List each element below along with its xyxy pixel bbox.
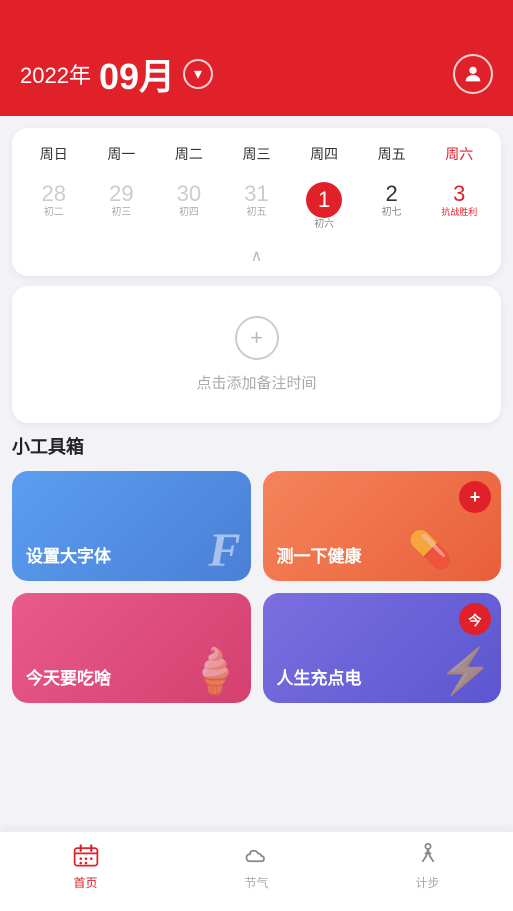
day-lunar: 初五: [246, 208, 266, 218]
day-number: 2: [386, 182, 398, 206]
home-calendar-icon: [72, 842, 100, 870]
day-header-sun: 周日: [20, 140, 88, 168]
chevron-down-icon: ▾: [194, 64, 202, 84]
calendar-day-30[interactable]: 30 初四: [155, 176, 223, 236]
day-lunar-special: 抗战胜利: [441, 208, 477, 217]
day-lunar: 初四: [179, 208, 199, 218]
tool-battery-label: 人生充点电: [277, 664, 362, 689]
nav-season-label: 节气: [244, 874, 268, 891]
add-note-icon: +: [235, 316, 279, 360]
tool-card-health[interactable]: 测一下健康 💊 +: [263, 471, 502, 581]
calendar-day-3[interactable]: 3 抗战胜利: [425, 176, 493, 236]
toolbox-grid: 设置大字体 F 测一下健康 💊 + 今天要吃啥 🍦 人生充点电 ⚡: [12, 471, 501, 703]
nav-season[interactable]: 节气: [217, 842, 297, 891]
font-f-icon: F: [208, 527, 240, 575]
day-header-sat: 周六: [425, 140, 493, 168]
user-icon: [462, 63, 484, 85]
collapse-button[interactable]: ∧: [20, 240, 493, 268]
cloud-icon: [243, 842, 271, 870]
tool-health-label: 测一下健康: [277, 542, 362, 567]
day-headers: 周日 周一 周二 周三 周四 周五 周六: [20, 140, 493, 168]
food-icon: 🍦: [188, 645, 243, 697]
note-add-card[interactable]: + 点击添加备注时间: [12, 286, 501, 423]
day-number: 29: [109, 182, 133, 206]
tool-card-battery[interactable]: 人生充点电 ⚡ 今: [263, 593, 502, 703]
health-icon: 💊: [408, 529, 453, 571]
day-number-today: 1: [306, 182, 342, 218]
header-date[interactable]: 2022年 09月 ▾: [20, 48, 213, 100]
day-header-wed: 周三: [223, 140, 291, 168]
bottom-navigation: 首页 节气 计步: [0, 831, 513, 911]
toolbox-title: 小工具箱: [12, 433, 501, 459]
day-lunar: 初六: [314, 220, 334, 230]
toolbox-section: 小工具箱 设置大字体 F 测一下健康 💊 + 今天要吃啥 🍦: [12, 433, 501, 703]
today-label: 今: [468, 610, 481, 629]
day-number: 31: [244, 182, 268, 206]
day-header-fri: 周五: [358, 140, 426, 168]
walk-icon: [414, 842, 442, 870]
note-placeholder-text: 点击添加备注时间: [196, 372, 316, 393]
chevron-up-icon: ∧: [251, 248, 263, 265]
day-header-tue: 周二: [155, 140, 223, 168]
calendar-day-2[interactable]: 2 初七: [358, 176, 426, 236]
calendar-week-row: 28 初二 29 初三 30 初四 31 初五 1 初六: [20, 176, 493, 236]
calendar-day-1[interactable]: 1 初六: [290, 176, 358, 236]
nav-home-label: 首页: [73, 874, 97, 891]
day-lunar: 初三: [111, 208, 131, 218]
calendar-day-31[interactable]: 31 初五: [223, 176, 291, 236]
avatar-button[interactable]: [453, 54, 493, 94]
battery-today-badge: 今: [459, 603, 491, 635]
tool-card-food[interactable]: 今天要吃啥 🍦: [12, 593, 251, 703]
month-dropdown-button[interactable]: ▾: [183, 59, 213, 89]
header-year: 2022年: [20, 58, 91, 90]
tool-food-label: 今天要吃啥: [26, 664, 111, 689]
day-number: 3: [453, 182, 465, 206]
day-number: 28: [42, 182, 66, 206]
day-header-mon: 周一: [88, 140, 156, 168]
day-lunar: 初七: [382, 208, 402, 218]
calendar-day-28[interactable]: 28 初二: [20, 176, 88, 236]
nav-steps[interactable]: 计步: [388, 842, 468, 891]
day-header-thu: 周四: [290, 140, 358, 168]
nav-steps-label: 计步: [415, 874, 439, 891]
plus-icon: +: [250, 325, 263, 351]
calendar-card: 周日 周一 周二 周三 周四 周五 周六 28 初二 29 初三 30 初四: [12, 128, 501, 276]
day-number: 30: [177, 182, 201, 206]
header-month: 09月: [99, 48, 175, 100]
day-lunar: 初二: [44, 208, 64, 218]
health-plus-badge: +: [459, 481, 491, 513]
nav-home[interactable]: 首页: [46, 842, 126, 891]
lightning-icon: ⚡: [438, 645, 493, 697]
tool-card-font[interactable]: 设置大字体 F: [12, 471, 251, 581]
plus-icon: +: [470, 487, 481, 508]
app-header: 2022年 09月 ▾: [0, 0, 513, 116]
calendar-day-29[interactable]: 29 初三: [88, 176, 156, 236]
tool-font-label: 设置大字体: [26, 542, 111, 567]
